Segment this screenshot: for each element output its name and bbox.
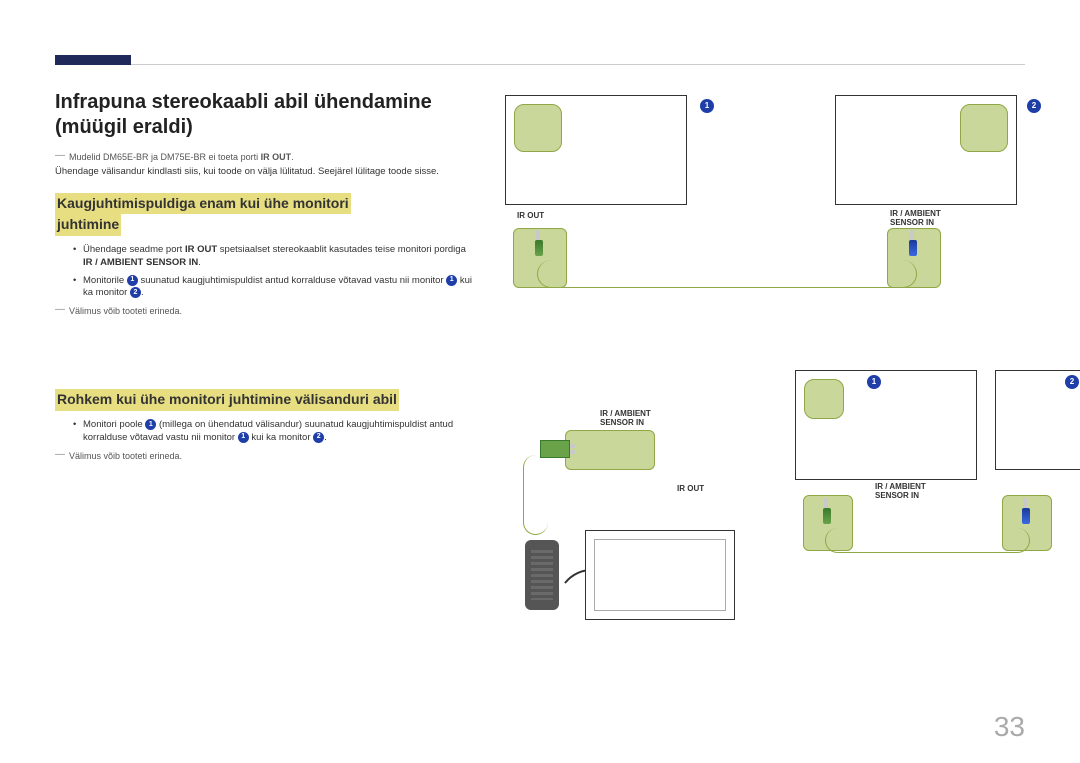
label-ir-ambient-top-l1: IR / AMBIENT [890, 209, 941, 218]
jack-blue-body [909, 240, 917, 256]
section1-bullet-2: Monitorile 1 suunatud kaugjuhtimispuldis… [73, 275, 475, 301]
jack-blue-top [909, 230, 915, 258]
badge-monitor-2-num: 2 [1027, 99, 1041, 113]
dot3: . [324, 432, 327, 443]
s1b1-b2: IR / AMBIENT SENSOR IN [83, 257, 198, 268]
text-column: Infrapuna stereokaabli abil ühendamine (… [55, 90, 475, 630]
tv-front-icon [585, 530, 735, 620]
badge-monitor-1-bot: 1 [867, 373, 881, 391]
jack-green-body [535, 240, 543, 256]
cable-top [537, 260, 917, 288]
cable-bot [825, 528, 1030, 553]
top-bar [55, 55, 1025, 65]
inline-badge-2a: 2 [130, 287, 141, 298]
label-ir-ambient-top-l2: SENSOR IN [890, 218, 934, 227]
badge-monitor-2-bot: 2 [1065, 373, 1079, 391]
top-bar-accent [55, 55, 131, 65]
section-external-sensor: Rohkem kui ühe monitori juhtimine välisa… [55, 389, 475, 460]
s1b1-pre: Ühendage seadme port [83, 244, 182, 255]
remote-control-icon [525, 540, 559, 610]
badge-monitor-1-bot-num: 1 [867, 375, 881, 389]
sensor-port-box [565, 430, 655, 470]
monitor-2-rear [835, 95, 1017, 205]
label-ir-ambient-bot: IR / AMBIENT SENSOR IN [875, 483, 926, 501]
jack-green-top [535, 230, 541, 258]
intro-paragraph: Ühendage välisandur kindlasti siis, kui … [55, 166, 475, 179]
label-ir-ambient-bot-l2: SENSOR IN [875, 491, 919, 500]
label-ir-out-top: IR OUT [517, 212, 544, 221]
s2b1-mid2: kui ka monitor [251, 432, 310, 443]
sensor-plug [540, 440, 570, 458]
jack-green-body-bot [823, 508, 831, 524]
section2-heading-text: Rohkem kui ühe monitori juhtimine välisa… [55, 389, 399, 411]
label-ir-ambient-sensor-l1: IR / AMBIENT [600, 409, 651, 418]
page-title: Infrapuna stereokaabli abil ühendamine (… [55, 90, 475, 140]
monitor-1-panel-bot [804, 379, 844, 419]
inline-badge-1d: 1 [238, 432, 249, 443]
jack-blue-tip-bot [1023, 498, 1027, 508]
section-remote-multi: Kaugjuhtimispuldiga enam kui ühe monitor… [55, 193, 475, 316]
section1-bullets: Ühendage seadme port IR OUT spetsiaalset… [73, 244, 475, 300]
label-ir-ambient-top: IR / AMBIENT SENSOR IN [890, 210, 941, 228]
dot1: . [198, 257, 201, 268]
footnote-models-port: IR OUT [261, 152, 292, 162]
section1-bullet-1: Ühendage seadme port IR OUT spetsiaalset… [73, 244, 475, 270]
section1-heading-l1: Kaugjuhtimispuldiga enam kui ühe monitor… [55, 193, 351, 215]
s1b2-pre: Monitorile [83, 275, 124, 286]
section2-bullets: Monitori poole 1 (millega on ühendatud v… [73, 419, 475, 445]
section2-bullet-1: Monitori poole 1 (millega on ühendatud v… [73, 419, 475, 445]
badge-monitor-2: 2 [1027, 97, 1041, 115]
page-number: 33 [994, 711, 1025, 743]
sensor-cable [523, 455, 548, 535]
footnote-appearance-1: Välimus võib tooteti erineda. [55, 306, 475, 316]
section1-heading: Kaugjuhtimispuldiga enam kui ühe monitor… [55, 193, 475, 236]
label-ir-ambient-bot-l1: IR / AMBIENT [875, 482, 926, 491]
inline-badge-2b: 2 [313, 432, 324, 443]
dot2: . [141, 287, 144, 298]
jack-blue-bot [1022, 498, 1028, 526]
label-ir-ambient-sensor: IR / AMBIENT SENSOR IN [600, 410, 651, 428]
footnote-appearance-2: Välimus võib tooteti erineda. [55, 451, 475, 461]
monitor-2-panel [960, 104, 1008, 152]
footnote-models-suffix: . [291, 152, 294, 162]
s1b1-mid: spetsiaalset stereokaablit kasutades tei… [220, 244, 466, 255]
inline-badge-1c: 1 [145, 419, 156, 430]
jack-green-tip [536, 230, 540, 240]
jack-green-bot [823, 498, 829, 526]
s1b1-b1: IR OUT [185, 244, 217, 255]
section1-heading-l2: juhtimine [55, 214, 121, 236]
jack-blue-body-bot [1022, 508, 1030, 524]
jack-green-tip-bot [824, 498, 828, 508]
diagram-column: 1 2 IR OUT IR / AMBIENT SENSOR IN [505, 90, 1025, 630]
monitor-1-rear-bot [795, 370, 977, 480]
columns: Infrapuna stereokaabli abil ühendamine (… [55, 90, 1025, 630]
footnote-models: Mudelid DM65E-BR ja DM75E-BR ei toeta po… [55, 152, 475, 162]
spacer [55, 334, 475, 389]
inline-badge-1a: 1 [127, 275, 138, 286]
s1b2-mid: suunatud kaugjuhtimispuldist antud korra… [140, 275, 443, 286]
section2-heading: Rohkem kui ühe monitori juhtimine välisa… [55, 389, 475, 411]
label-ir-out-bot: IR OUT [677, 485, 704, 494]
jack-blue-tip [910, 230, 914, 240]
badge-monitor-1-num: 1 [700, 99, 714, 113]
monitor-1-rear [505, 95, 687, 205]
s2b1-pre: Monitori poole [83, 419, 143, 430]
badge-monitor-1: 1 [700, 97, 714, 115]
badge-monitor-2-bot-num: 2 [1065, 375, 1079, 389]
schematic-bottom: IR / AMBIENT SENSOR IN 1 IR OUT 2 [505, 370, 1025, 630]
monitor-1-panel [514, 104, 562, 152]
label-ir-ambient-sensor-l2: SENSOR IN [600, 418, 644, 427]
page: Infrapuna stereokaabli abil ühendamine (… [0, 0, 1080, 660]
schematic-top: 1 2 IR OUT IR / AMBIENT SENSOR IN [505, 90, 1025, 310]
inline-badge-1b: 1 [446, 275, 457, 286]
footnote-models-text: Mudelid DM65E-BR ja DM75E-BR ei toeta po… [69, 152, 258, 162]
